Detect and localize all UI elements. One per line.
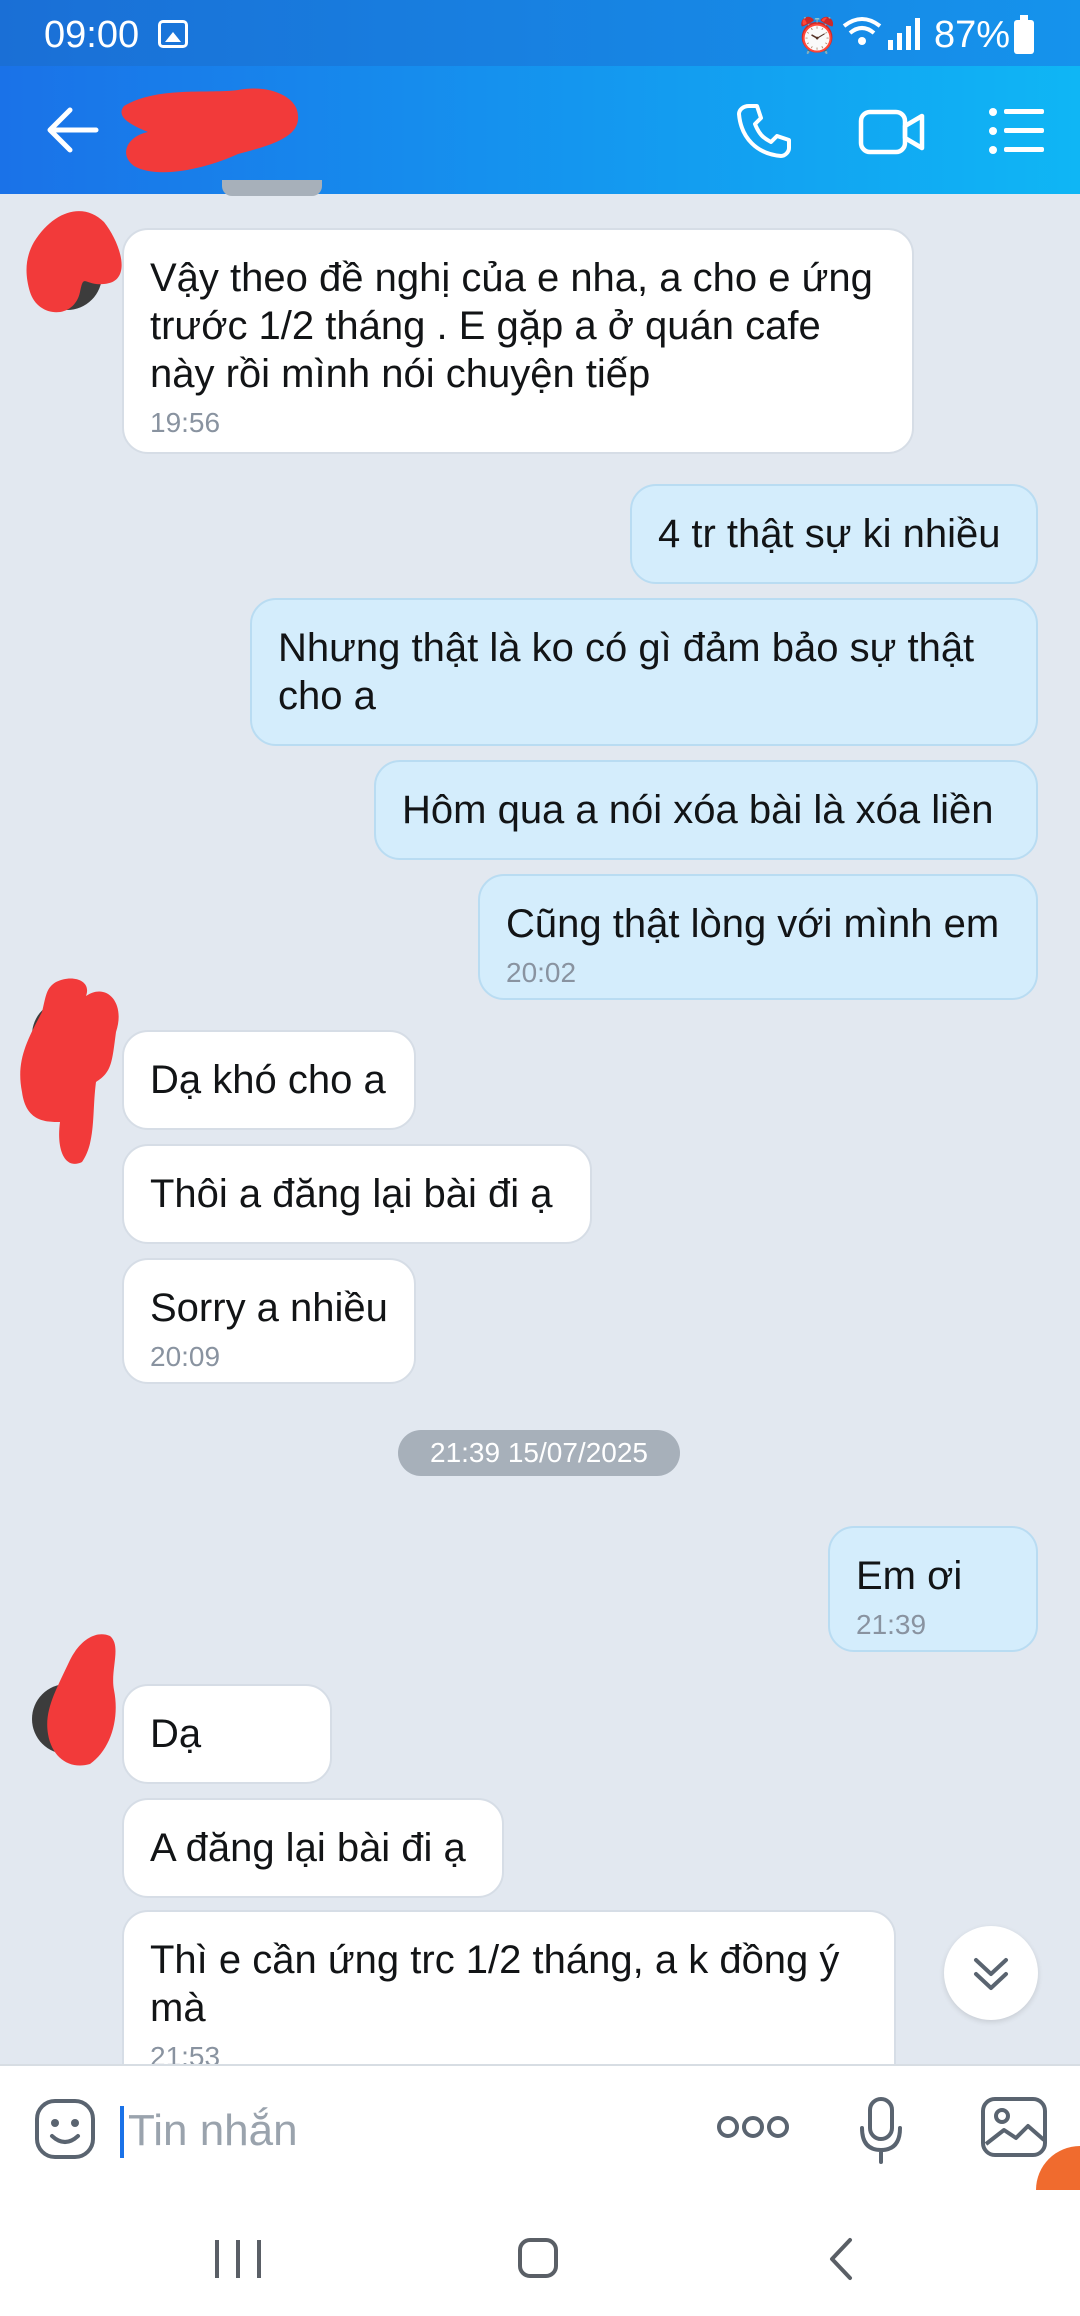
message-bubble-incoming[interactable]: Sorry a nhiều 20:09	[122, 1258, 416, 1384]
emoji-sticker-icon[interactable]	[34, 2098, 96, 2160]
gallery-notification-icon	[158, 20, 188, 48]
message-text: Cũng thật lòng với mình em	[506, 902, 1000, 946]
message-text: Thôi a đăng lại bài đi ạ	[150, 1172, 553, 1216]
message-bubble-outgoing[interactable]: Em ơi 21:39	[828, 1526, 1038, 1652]
message-text: Dạ khó cho a	[150, 1058, 386, 1102]
image-gallery-icon[interactable]	[980, 2096, 1048, 2158]
message-bubble-incoming[interactable]: Vậy theo đề nghị của e nha, a cho e ứng …	[122, 228, 914, 454]
message-text: Thì e cần ứng trc 1/2 tháng, a k đồng ý …	[150, 1938, 851, 2030]
recent-apps-icon[interactable]	[215, 2240, 261, 2278]
message-composer	[0, 2064, 1080, 2198]
status-time: 09:00	[44, 14, 140, 56]
message-bubble-outgoing[interactable]: Cũng thật lòng với mình em 20:02	[478, 874, 1038, 1000]
system-navigation-bar	[0, 2196, 1080, 2316]
battery-icon	[1014, 15, 1034, 54]
message-text: Sorry a nhiều	[150, 1286, 388, 1330]
message-bubble-incoming[interactable]: Dạ	[122, 1684, 332, 1784]
battery-percent: 87%	[934, 14, 1011, 56]
message-input[interactable]	[124, 2098, 682, 2164]
message-text: Vậy theo đề nghị của e nha, a cho e ứng …	[150, 256, 884, 396]
message-bubble-outgoing[interactable]: 4 tr thật sự ki nhiều	[630, 484, 1038, 584]
date-separator: 21:39 15/07/2025	[398, 1430, 680, 1476]
back-arrow-icon[interactable]	[40, 98, 104, 162]
chat-header	[0, 66, 1080, 194]
scroll-to-bottom-button[interactable]	[944, 1926, 1038, 2020]
microphone-icon[interactable]	[858, 2096, 904, 2166]
message-time: 20:09	[150, 1341, 221, 1372]
phone-call-icon[interactable]	[735, 102, 793, 160]
message-text: 4 tr thật sự ki nhiều	[658, 512, 1001, 556]
more-dots-icon[interactable]	[716, 2112, 790, 2142]
message-bubble-incoming[interactable]: Thôi a đăng lại bài đi ạ	[122, 1144, 592, 1244]
message-text: Dạ	[150, 1712, 202, 1756]
video-call-icon[interactable]	[858, 104, 926, 160]
status-bar: 09:00 ⏰ 87%	[0, 0, 1080, 66]
message-bubble-incoming[interactable]: A đăng lại bài đi ạ	[122, 1798, 504, 1898]
message-text: Em ơi	[856, 1554, 963, 1598]
message-time: 21:39	[856, 1609, 927, 1640]
double-chevron-down-icon	[974, 1958, 1008, 1990]
contact-name-redaction	[121, 88, 299, 173]
message-bubble-outgoing[interactable]: Hôm qua a nói xóa bài là xóa liền	[374, 760, 1038, 860]
alarm-icon: ⏰	[796, 17, 839, 55]
back-nav-icon[interactable]	[826, 2236, 856, 2282]
message-text: Nhưng thật là ko có gì đảm bảo sự thật c…	[278, 626, 986, 718]
cell-signal-icon	[888, 18, 920, 50]
message-text: A đăng lại bài đi ạ	[150, 1826, 466, 1870]
date-separator-partial	[222, 180, 322, 196]
message-bubble-incoming[interactable]: Dạ khó cho a	[122, 1030, 416, 1130]
message-text: Hôm qua a nói xóa bài là xóa liền	[402, 788, 994, 832]
home-icon[interactable]	[518, 2238, 558, 2278]
list-menu-icon[interactable]	[988, 106, 1046, 156]
message-bubble-outgoing[interactable]: Nhưng thật là ko có gì đảm bảo sự thật c…	[250, 598, 1038, 746]
wifi-icon	[842, 14, 882, 57]
message-time: 19:56	[150, 407, 221, 438]
avatar-redaction	[26, 211, 122, 313]
message-time: 20:02	[506, 957, 577, 988]
